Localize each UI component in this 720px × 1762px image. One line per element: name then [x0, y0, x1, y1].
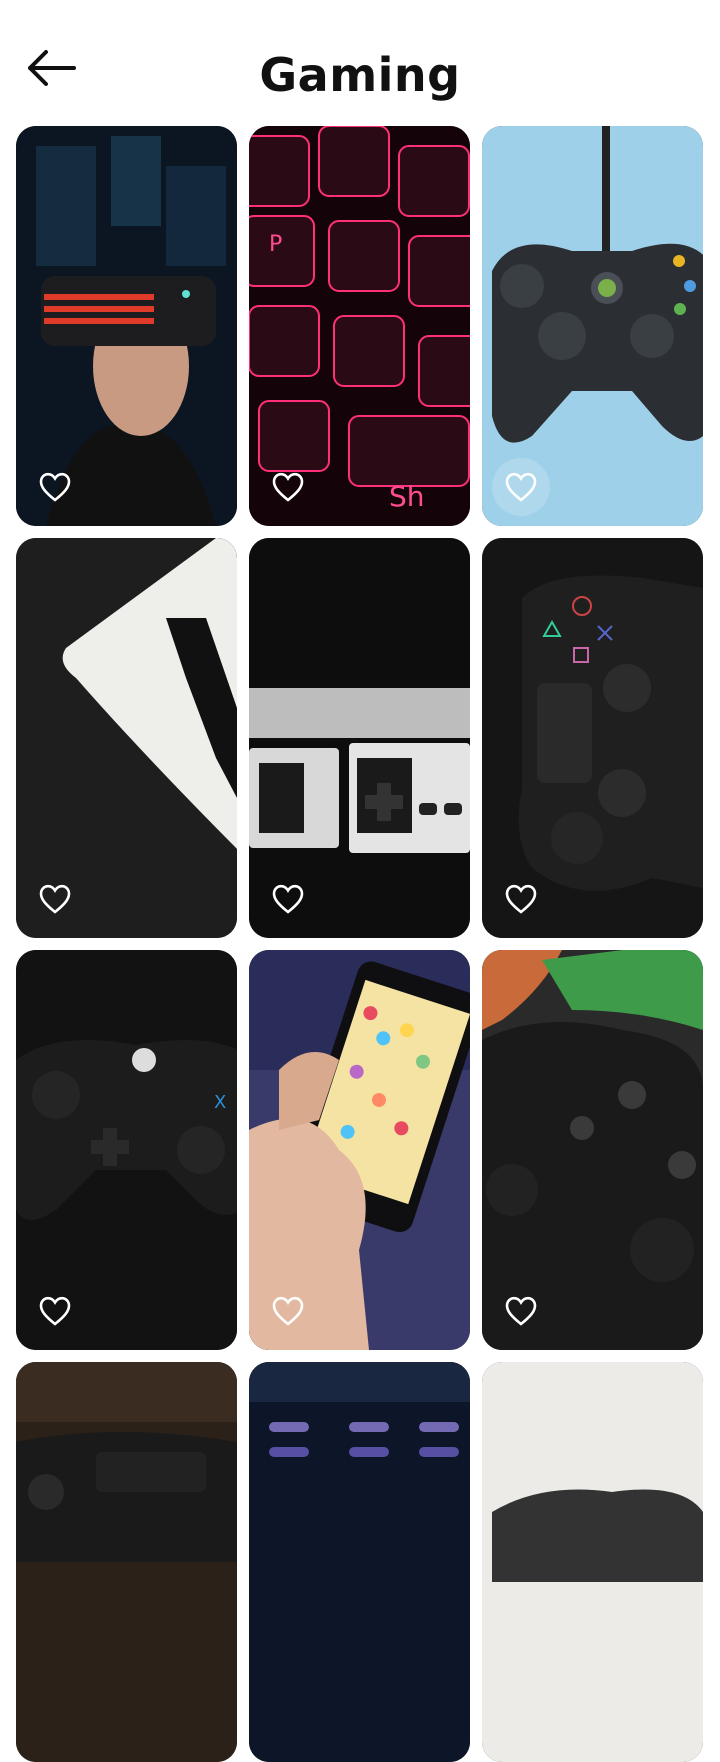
favorite-button[interactable] [259, 1282, 317, 1340]
svg-text:Sh: Sh [389, 480, 425, 513]
favorite-button[interactable] [259, 870, 317, 928]
heart-icon [272, 472, 304, 502]
wallpaper-card[interactable]: X [16, 950, 237, 1350]
heart-icon [505, 884, 537, 914]
heart-icon [505, 1296, 537, 1326]
wallpaper-card[interactable] [16, 1362, 237, 1762]
wallpaper-card[interactable] [249, 950, 470, 1350]
favorite-button[interactable] [26, 458, 84, 516]
favorite-button[interactable] [492, 458, 550, 516]
wallpaper-card[interactable] [16, 538, 237, 938]
favorite-button[interactable] [259, 458, 317, 516]
heart-icon [39, 1296, 71, 1326]
wallpaper-card[interactable] [249, 538, 470, 938]
wallpaper-card[interactable] [482, 538, 703, 938]
app-header: Gaming [0, 0, 720, 120]
wallpaper-image [482, 1362, 703, 1762]
wallpaper-card[interactable] [482, 1362, 703, 1762]
page-title: Gaming [259, 48, 461, 102]
heart-icon [39, 884, 71, 914]
wallpaper-card[interactable] [16, 126, 237, 526]
heart-icon [272, 1296, 304, 1326]
svg-text:X: X [214, 1092, 226, 1113]
wallpaper-card[interactable] [249, 1362, 470, 1762]
wallpaper-image [249, 1362, 470, 1762]
favorite-button[interactable] [492, 1282, 550, 1340]
favorite-button[interactable] [26, 870, 84, 928]
favorite-button[interactable] [26, 1282, 84, 1340]
wallpaper-card[interactable] [482, 950, 703, 1350]
heart-icon [272, 884, 304, 914]
favorite-button[interactable] [492, 870, 550, 928]
heart-icon [39, 472, 71, 502]
wallpaper-image [16, 1362, 237, 1762]
svg-text:P: P [269, 232, 282, 257]
wallpaper-card[interactable]: P Sh [249, 126, 470, 526]
heart-icon [505, 472, 537, 502]
wallpaper-card[interactable] [482, 126, 703, 526]
